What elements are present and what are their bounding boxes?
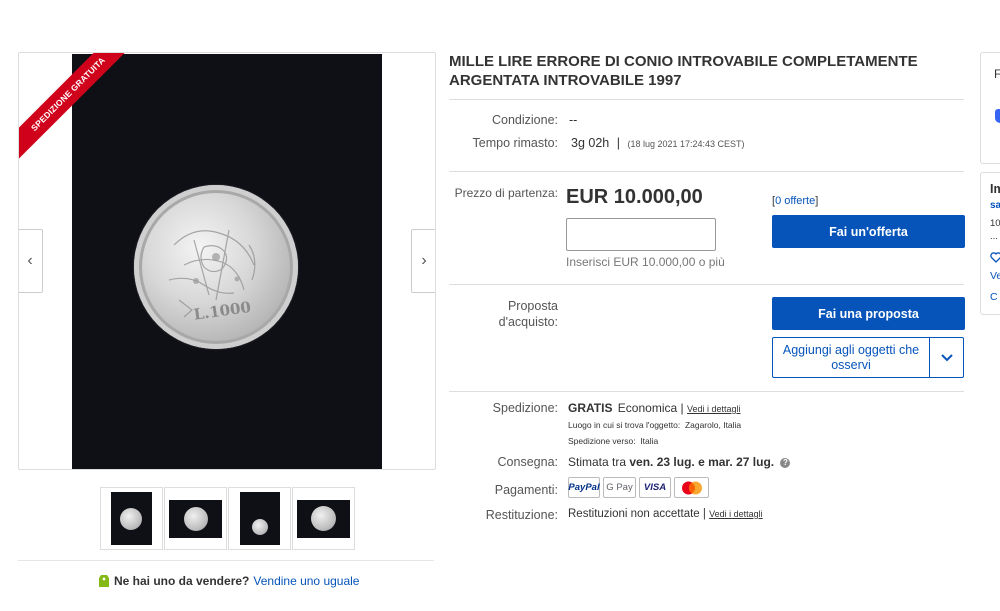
returns-details-link[interactable]: Vedi i dettagli xyxy=(709,509,763,519)
shipping-label: Spedizione: xyxy=(492,401,558,415)
google-pay-icon: G Pay xyxy=(603,477,636,498)
starting-price-label: Prezzo di partenza: xyxy=(454,186,558,200)
bid-count-link[interactable]: 0 offerte xyxy=(775,195,815,207)
shipping-free: GRATIS xyxy=(568,401,613,415)
divider xyxy=(449,391,964,392)
similar-item-contact[interactable]: C xyxy=(990,291,998,303)
payments-label: Pagamenti: xyxy=(494,483,558,497)
payment-methods: PayPal G Pay VISA xyxy=(568,477,709,498)
chevron-left-icon: ‹ xyxy=(27,252,33,269)
image-gallery[interactable]: L.1000 SPEDIZIONE GRATUITA ‹ › xyxy=(18,52,436,470)
place-bid-button[interactable]: Fai un'offerta xyxy=(772,215,965,248)
similar-item-more: ... xyxy=(990,231,998,242)
thumbnail-2[interactable] xyxy=(164,487,227,550)
coin-value-text: L.1000 xyxy=(193,298,252,324)
similar-item-card[interactable]: Im sa 10 ... Ve C xyxy=(980,172,1000,315)
shipping-method: Economica xyxy=(617,401,678,415)
ships-to-row: Spedizione verso: Italia xyxy=(568,436,659,446)
condition-value: -- xyxy=(569,113,578,127)
similar-item-seller[interactable]: sa xyxy=(990,200,1000,211)
prev-image-button[interactable]: ‹ xyxy=(19,229,43,293)
divider xyxy=(18,560,434,561)
time-left-value: 3g 02h xyxy=(571,136,610,150)
item-title: MILLE LIRE ERRORE DI CONIO INTROVABILE C… xyxy=(449,53,918,89)
watchlist-dropdown[interactable] xyxy=(929,338,963,377)
watchlist-label[interactable]: Aggiungi agli oggetti che osservi xyxy=(773,338,929,377)
chevron-down-icon xyxy=(940,353,953,361)
thumbnail-4-image xyxy=(297,499,350,538)
bid-hint: Inserisci EUR 10.000,00 o più xyxy=(566,255,725,269)
condition-label: Condizione: xyxy=(491,113,558,127)
returns-value: Restituzioni non accettate xyxy=(568,508,700,520)
sell-question: Ne hai uno da vendere? xyxy=(114,574,250,588)
ships-to: Italia xyxy=(640,436,659,446)
divider xyxy=(449,284,964,285)
item-location: Zagarolo, Italia xyxy=(684,420,742,430)
bid-count: [0 offerte] xyxy=(772,195,819,207)
shield-icon xyxy=(995,109,1000,123)
sell-similar-link[interactable]: Vendine uno uguale xyxy=(253,574,359,588)
seller-card: F xyxy=(980,52,1000,164)
thumbnail-strip xyxy=(100,487,355,550)
sell-similar-row: Ne hai uno da vendere? Vendine uno ugual… xyxy=(98,574,359,588)
starting-price: EUR 10.000,00 xyxy=(566,186,703,208)
time-left-row: 3g 02h | (18 lug 2021 17:24:43 CEST) xyxy=(571,136,745,150)
paypal-icon: PayPal xyxy=(568,477,600,498)
bid-amount-input[interactable] xyxy=(566,218,716,251)
delivery-label: Consegna: xyxy=(497,455,558,469)
thumbnail-2-image xyxy=(169,499,222,538)
add-to-watchlist-button[interactable]: Aggiungi agli oggetti che osservi xyxy=(772,337,964,378)
coin-relief-icon: L.1000 xyxy=(168,229,256,324)
seller-card-title: F xyxy=(994,67,1000,81)
similar-item-title: Im xyxy=(990,182,1000,196)
coin-image: L.1000 xyxy=(134,185,298,349)
best-offer-label: Proposta d'acquisto: xyxy=(498,299,558,329)
returns-label: Restituzione: xyxy=(485,508,558,522)
next-image-button[interactable]: › xyxy=(411,229,435,293)
heart-icon[interactable] xyxy=(990,252,1000,263)
main-item-photo[interactable]: L.1000 xyxy=(72,54,382,469)
similar-item-score: 10 xyxy=(990,218,1000,229)
mastercard-icon xyxy=(674,477,709,498)
time-left-label: Tempo rimasto: xyxy=(472,136,558,150)
time-separator: | xyxy=(616,136,620,150)
price-tag-icon xyxy=(99,575,109,587)
visa-icon: VISA xyxy=(639,477,671,498)
item-location-row: Luogo in cui si trova l'oggetto: Zagarol… xyxy=(568,420,742,430)
end-datetime: (18 lug 2021 17:24:43 CEST) xyxy=(627,139,745,149)
thumbnail-4[interactable] xyxy=(292,487,355,550)
divider xyxy=(449,99,964,100)
help-icon[interactable]: ? xyxy=(780,457,791,468)
delivery-range: ven. 23 lug. e mar. 27 lug. xyxy=(629,455,775,469)
thumbnail-1-image xyxy=(111,492,152,545)
delivery-row: Stimata tra ven. 23 lug. e mar. 27 lug. … xyxy=(568,455,791,469)
shipping-row: GRATIS Economica | Vedi i dettagli xyxy=(568,401,741,415)
shipping-details-link[interactable]: Vedi i dettagli xyxy=(687,404,741,414)
divider xyxy=(449,171,964,172)
thumbnail-1[interactable] xyxy=(100,487,163,550)
thumbnail-3[interactable] xyxy=(228,487,291,550)
thumbnail-3-image xyxy=(239,492,280,545)
similar-item-link[interactable]: Ve xyxy=(990,270,1000,282)
make-offer-button[interactable]: Fai una proposta xyxy=(772,297,965,330)
returns-row: Restituzioni non accettate | Vedi i dett… xyxy=(568,508,763,520)
chevron-right-icon: › xyxy=(421,252,427,269)
